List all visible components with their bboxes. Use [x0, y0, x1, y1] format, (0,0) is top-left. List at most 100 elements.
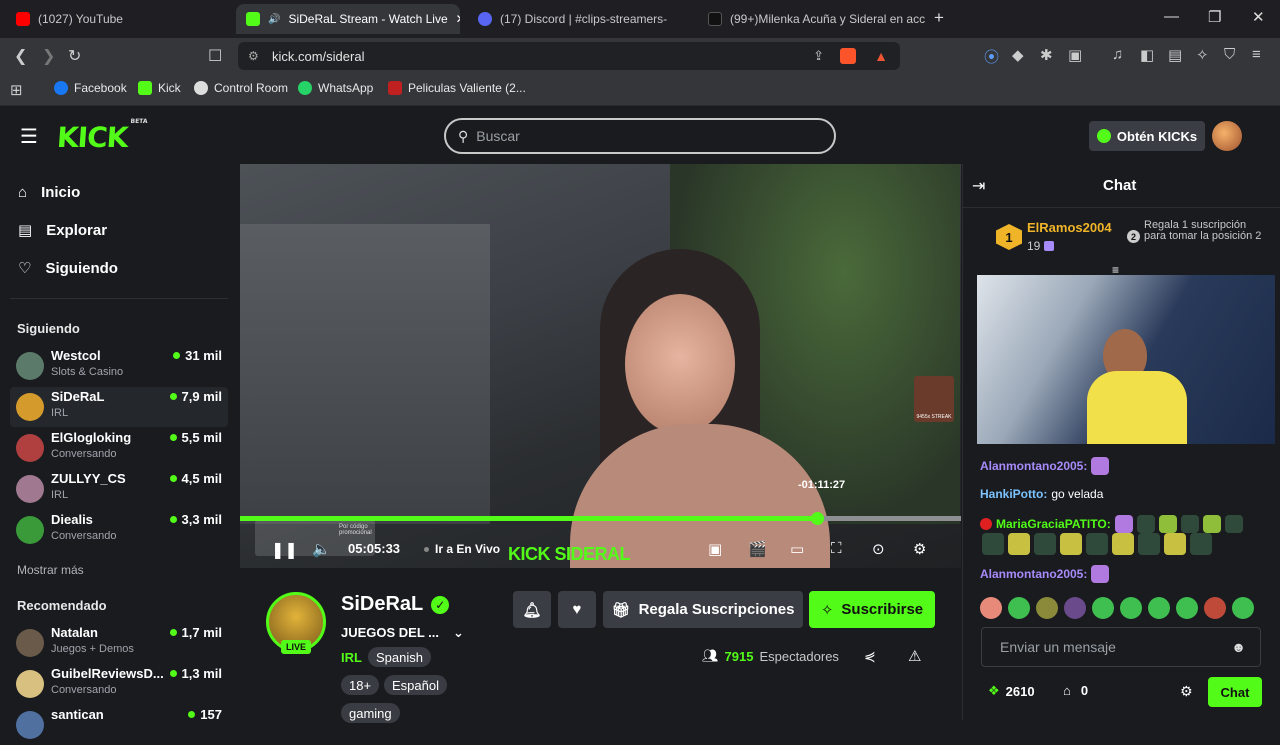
channel-item[interactable]: SiDeRaL IRL 7,9 mil: [10, 387, 228, 427]
wallet-icon[interactable]: ▤: [1168, 46, 1182, 64]
collapse-chat-icon[interactable]: ⇥: [972, 176, 985, 196]
autoplay-icon[interactable]: ⊙: [872, 540, 885, 558]
chat-username[interactable]: HankiPotto:: [980, 487, 1047, 501]
channel-item[interactable]: GuibelReviewsD... Conversando 1,3 mil: [10, 664, 228, 704]
vpn-icon[interactable]: ⦿: [984, 46, 999, 67]
wallet-diamond-icon[interactable]: ◆: [1012, 46, 1024, 64]
notifications-button[interactable]: 🔔︎: [513, 591, 551, 628]
emote-picker-icon[interactable]: [1008, 597, 1030, 619]
emote-bar: [980, 597, 1254, 619]
mini-player-icon[interactable]: ▣: [708, 540, 722, 558]
user-avatar[interactable]: [1212, 121, 1242, 151]
tag-spanish[interactable]: Spanish: [368, 647, 431, 667]
emote-picker-icon[interactable]: [1204, 597, 1226, 619]
bookmark-peliculas[interactable]: Peliculas Valiente (2...: [388, 81, 526, 95]
shield-icon[interactable]: ⛉: [1224, 46, 1235, 63]
tab-discord[interactable]: (17) Discord | #clips-streamers-: [468, 4, 692, 34]
site-settings-icon[interactable]: ⚙: [248, 49, 259, 63]
category-link[interactable]: IRL: [341, 650, 362, 665]
bookmark-control-room[interactable]: Control Room: [194, 81, 288, 95]
nav-explorar[interactable]: ▤ Explorar: [18, 221, 107, 240]
report-warning-icon[interactable]: ⚠: [908, 647, 921, 665]
emoji-icon[interactable]: ☻: [1231, 639, 1246, 655]
url-field[interactable]: ⚙ kick.com/sideral ⇪ ▲: [238, 42, 900, 70]
hamburger-menu-icon[interactable]: ☰: [20, 124, 38, 149]
kick-logo[interactable]: KICK BETA: [56, 118, 148, 154]
get-kicks-button[interactable]: Obtén KICKs: [1089, 121, 1205, 151]
tab-kick[interactable]: 🔊 SiDeRaL Stream - Watch Live ✕: [236, 4, 460, 34]
progress-knob[interactable]: [810, 512, 824, 525]
fullscreen-icon[interactable]: ⛶: [831, 540, 842, 557]
channel-item[interactable]: Natalan Juegos + Demos 1,7 mil: [10, 623, 228, 663]
channel-item[interactable]: ElGlogloking Conversando 5,5 mil: [10, 428, 228, 468]
tab-youtube[interactable]: (1027) YouTube: [6, 4, 232, 34]
kicks-balance[interactable]: ❖ 2610: [988, 683, 1035, 699]
chat-settings-icon[interactable]: ⚙: [1180, 683, 1193, 700]
bookmark-facebook[interactable]: Facebook: [54, 81, 127, 95]
tag-gaming[interactable]: gaming: [341, 703, 400, 723]
reader-icon[interactable]: ▣: [1068, 46, 1082, 64]
channel-item[interactable]: santican 157: [10, 705, 228, 745]
tag-espanol[interactable]: Español: [384, 675, 447, 695]
live-dot-icon: [169, 475, 177, 482]
bookmark-icon[interactable]: ☐: [208, 46, 222, 66]
subscribe-button[interactable]: ✧ Suscribirse: [809, 591, 935, 628]
close-window-icon[interactable]: ✕: [1252, 8, 1265, 26]
share-icon[interactable]: ⇪: [813, 48, 824, 64]
emote-picker-icon[interactable]: [1092, 597, 1114, 619]
show-more-link[interactable]: Mostrar más: [17, 563, 84, 577]
tab-tiktok[interactable]: (99+)Milenka Acuña y Sideral en acc: [698, 4, 928, 34]
tag-18plus[interactable]: 18+: [341, 675, 380, 695]
forward-icon[interactable]: ❯: [42, 46, 55, 66]
emote-picker-icon[interactable]: [1176, 597, 1198, 619]
channel-item[interactable]: Diealis Conversando 3,3 mil: [10, 510, 228, 550]
sidebar-icon[interactable]: ◧: [1140, 46, 1154, 64]
emote-picker-icon[interactable]: [1120, 597, 1142, 619]
stream-title-row[interactable]: JUEGOS DEL ... ⌄: [341, 625, 464, 641]
clip-icon[interactable]: 🎬: [748, 540, 767, 558]
volume-icon[interactable]: 🔈: [312, 540, 331, 558]
brave-shield-icon[interactable]: [840, 48, 856, 64]
media-icon[interactable]: ♫: [1112, 46, 1123, 63]
top-gifter-name[interactable]: ElRamos2004: [1027, 220, 1112, 235]
chat-username[interactable]: Alanmontano2005:: [980, 459, 1087, 473]
leo-icon[interactable]: ✧: [1196, 46, 1209, 64]
channel-item[interactable]: Westcol Slots & Casino 31 mil: [10, 346, 228, 386]
reload-icon[interactable]: ↻: [68, 46, 81, 66]
settings-gear-icon[interactable]: ⚙: [913, 540, 926, 558]
maximize-icon[interactable]: ❐: [1208, 8, 1221, 26]
channel-item[interactable]: ZULLYY_CS IRL 4,5 mil: [10, 469, 228, 509]
gift-subs-button[interactable]: 🎁︎ Regala Suscripciones: [603, 591, 803, 628]
emote-picker-icon[interactable]: [1232, 597, 1254, 619]
nav-siguiendo[interactable]: ♡ Siguiendo: [18, 259, 118, 278]
menu-icon[interactable]: ≡: [1252, 46, 1261, 63]
send-chat-button[interactable]: Chat: [1208, 677, 1262, 707]
follow-button[interactable]: ♥: [558, 591, 596, 628]
streamer-name[interactable]: SiDeRaL: [341, 593, 423, 616]
apps-grid-icon[interactable]: ⊞: [10, 81, 23, 99]
minimize-icon[interactable]: —: [1164, 8, 1179, 25]
nav-inicio[interactable]: ⌂ Inicio: [18, 184, 80, 201]
emote-picker-icon[interactable]: [1064, 597, 1086, 619]
search-input[interactable]: ⚲ Buscar: [444, 118, 836, 154]
emote-picker-icon[interactable]: [1036, 597, 1058, 619]
emote-picker-icon[interactable]: [980, 597, 1002, 619]
chat-message-input[interactable]: Enviar un mensaje ☻: [981, 627, 1261, 667]
go-live-button[interactable]: Ir a En Vivo: [424, 542, 500, 556]
share-icon[interactable]: ⋞: [864, 648, 876, 665]
video-player[interactable]: 9455x STREAK Por código promocional: [240, 164, 961, 568]
brave-rewards-icon[interactable]: ▲: [874, 48, 888, 64]
pause-icon[interactable]: ❚❚: [271, 540, 298, 560]
store-button[interactable]: ⌂ 0: [1063, 683, 1088, 698]
chat-username[interactable]: MariaGraciaPATITO:: [996, 517, 1111, 531]
extensions-icon[interactable]: ✱: [1040, 46, 1053, 64]
bookmark-kick[interactable]: Kick: [138, 81, 181, 95]
back-icon[interactable]: ❮: [14, 46, 27, 66]
gift-prompt[interactable]: Regala 1 suscripción para tomar la posic…: [1144, 220, 1262, 242]
chat-username[interactable]: Alanmontano2005:: [980, 567, 1087, 581]
new-tab-button[interactable]: +: [934, 8, 944, 28]
bookmark-whatsapp[interactable]: WhatsApp: [298, 81, 373, 95]
emote-picker-icon[interactable]: [1148, 597, 1170, 619]
theater-mode-icon[interactable]: ▭: [790, 540, 804, 558]
close-tab-icon[interactable]: ✕: [456, 12, 460, 26]
